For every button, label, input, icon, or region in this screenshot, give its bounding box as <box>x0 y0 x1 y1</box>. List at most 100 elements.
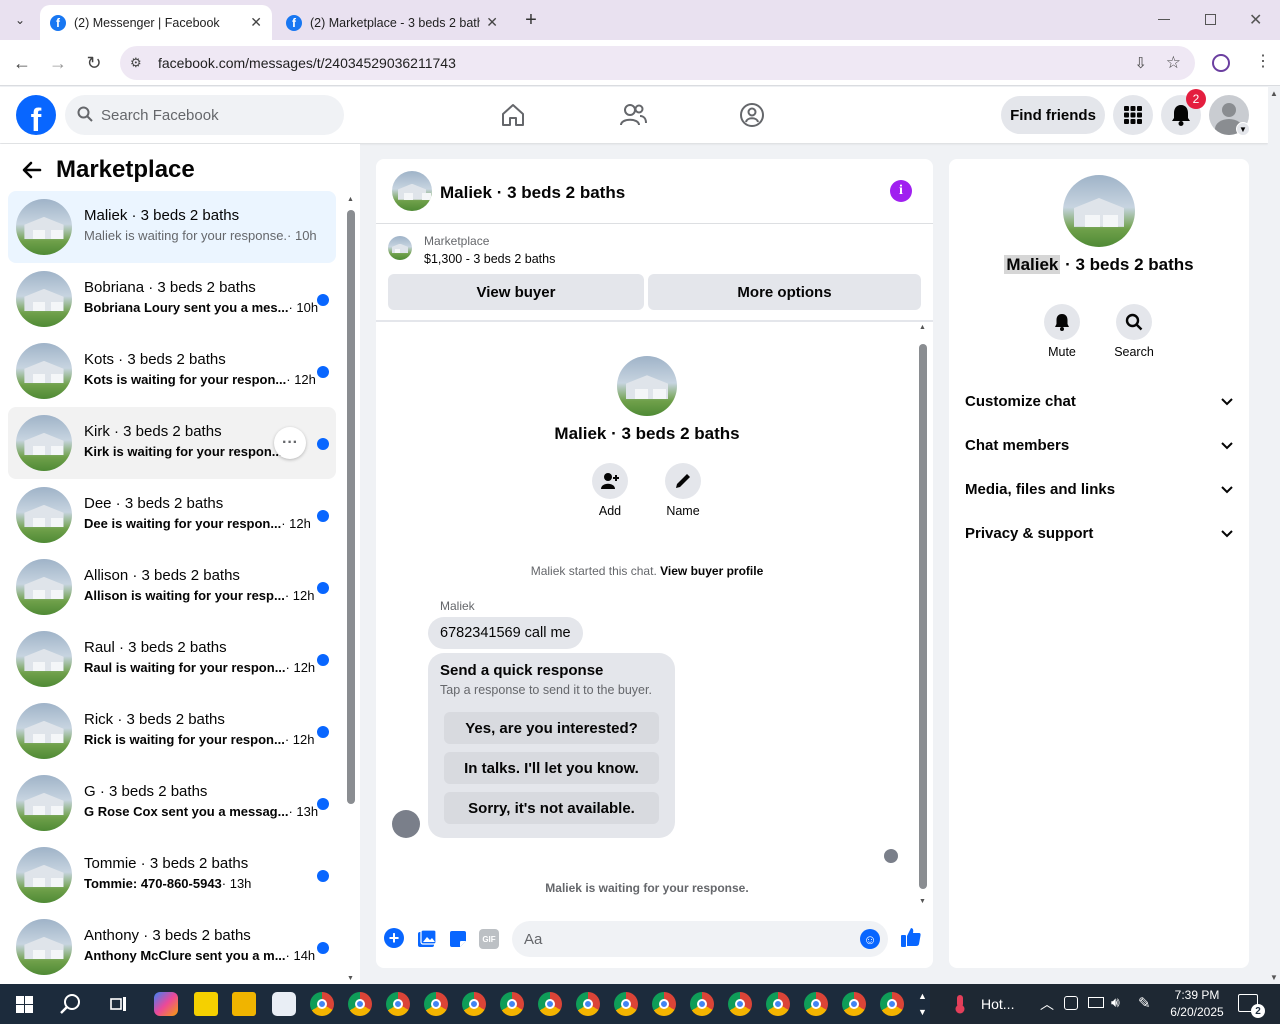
site-settings-icon[interactable]: ⚙ <box>130 55 142 71</box>
quick-response-yes-button[interactable]: Yes, are you interested? <box>444 712 659 744</box>
view-buyer-profile-link[interactable]: View buyer profile <box>660 564 763 578</box>
conversation-item[interactable]: Kirk · 3 beds 2 baths Kirk is waiting for… <box>8 407 336 479</box>
taskbar-search-icon[interactable] <box>60 993 82 1020</box>
sticker-icon[interactable] <box>448 929 468 954</box>
quick-response-talks-button[interactable]: In talks. I'll let you know. <box>444 752 659 784</box>
friends-icon[interactable] <box>617 99 649 131</box>
buyer-profile-avatar[interactable] <box>617 356 677 416</box>
close-tab-icon[interactable]: ✕ <box>486 14 498 31</box>
facebook-logo[interactable]: f <box>16 95 56 135</box>
menu-grid-icon[interactable] <box>1113 95 1153 135</box>
chrome-icon[interactable] <box>348 992 372 1016</box>
chat-title[interactable]: Maliek · 3 beds 2 baths <box>440 183 625 203</box>
chat-members-section[interactable]: Chat members <box>965 425 1233 465</box>
chrome-icon[interactable] <box>500 992 524 1016</box>
more-options-button[interactable]: More options <box>648 274 921 310</box>
home-icon[interactable] <box>497 99 529 131</box>
account-chevron-icon[interactable]: ▼ <box>1236 122 1250 136</box>
copilot-icon[interactable] <box>154 992 178 1016</box>
chrome-icon[interactable] <box>386 992 410 1016</box>
back-icon[interactable]: ← <box>10 51 34 75</box>
chrome-icon[interactable] <box>310 992 334 1016</box>
chrome-icon[interactable] <box>728 992 752 1016</box>
listing-thumbnail[interactable] <box>388 236 412 260</box>
new-tab-icon[interactable]: + <box>520 9 542 31</box>
tray-chevron-up-icon[interactable]: ︿ <box>1040 994 1054 1014</box>
mute-bell-icon[interactable] <box>1044 304 1080 340</box>
bookmark-star-icon[interactable]: ☆ <box>1166 53 1181 73</box>
windows-start-icon[interactable] <box>16 996 33 1018</box>
conversation-item[interactable]: Allison · 3 beds 2 baths Allison is waiti… <box>8 551 336 623</box>
chrome-icon[interactable] <box>614 992 638 1016</box>
install-app-icon[interactable]: ⇩ <box>1134 54 1147 72</box>
photo-icon[interactable] <box>417 929 437 954</box>
chrome-icon[interactable] <box>766 992 790 1016</box>
taskbar-overflow-arrows[interactable]: ▲ ▼ <box>918 988 927 1020</box>
facebook-search-input[interactable]: Search Facebook <box>65 95 344 135</box>
thumbs-up-icon[interactable] <box>900 926 922 953</box>
sticky-notes-icon[interactable] <box>194 992 218 1016</box>
listing-price[interactable]: $1,300 - 3 beds 2 baths <box>424 252 555 266</box>
add-person-icon[interactable] <box>592 463 628 499</box>
more-actions-icon[interactable]: ··· <box>274 427 306 459</box>
find-friends-button[interactable]: Find friends <box>1001 96 1105 134</box>
reload-icon[interactable]: ↻ <box>82 51 106 75</box>
network-icon[interactable] <box>1088 997 1104 1008</box>
emoji-icon[interactable]: ☺ <box>860 929 880 949</box>
paint-icon[interactable] <box>272 992 296 1016</box>
browser-menu-icon[interactable]: ⋮ <box>1255 51 1271 71</box>
conversation-item[interactable]: Rick · 3 beds 2 baths Rick is waiting for… <box>8 695 336 767</box>
volume-icon[interactable]: 🔊︎ <box>1111 994 1120 1011</box>
pen-icon[interactable]: ✎ <box>1138 994 1151 1012</box>
sender-avatar[interactable] <box>392 810 420 838</box>
conversation-item[interactable]: Maliek · 3 beds 2 baths Maliek is waiting… <box>8 191 336 263</box>
quick-response-sorry-button[interactable]: Sorry, it's not available. <box>444 792 659 824</box>
message-bubble[interactable]: 6782341569 call me <box>428 617 583 649</box>
conversation-item[interactable]: Tommie · 3 beds 2 baths Tommie: 470-860-5… <box>8 839 336 911</box>
forward-icon[interactable]: → <box>46 51 70 75</box>
chrome-icon[interactable] <box>424 992 448 1016</box>
search-chat-icon[interactable] <box>1116 304 1152 340</box>
message-input[interactable]: Aa ☺ <box>512 921 888 957</box>
chrome-icon[interactable] <box>538 992 562 1016</box>
chrome-icon[interactable] <box>804 992 828 1016</box>
url-field[interactable]: ⚙ facebook.com/messages/t/24034529036211… <box>120 46 1195 80</box>
sidebar-scrollbar[interactable]: ▲ ▼ <box>346 194 356 984</box>
view-buyer-button[interactable]: View buyer <box>388 274 644 310</box>
task-view-icon[interactable] <box>110 995 128 1018</box>
conversation-item[interactable]: Raul · 3 beds 2 baths Raul is waiting for… <box>8 623 336 695</box>
tab-messenger[interactable]: f (2) Messenger | Facebook ✕ <box>40 5 272 40</box>
chrome-icon[interactable] <box>842 992 866 1016</box>
chrome-icon[interactable] <box>652 992 676 1016</box>
restore-icon[interactable] <box>1205 14 1216 25</box>
chrome-icon[interactable] <box>880 992 904 1016</box>
conversation-item[interactable]: Dee · 3 beds 2 baths Dee is waiting for y… <box>8 479 336 551</box>
chrome-icon[interactable] <box>576 992 600 1016</box>
profile-icon[interactable] <box>1212 54 1230 72</box>
groups-icon[interactable] <box>736 99 768 131</box>
chat-avatar[interactable] <box>392 171 432 211</box>
tab-marketplace[interactable]: f (2) Marketplace - 3 beds 2 baths ✕ <box>276 5 508 40</box>
media-files-section[interactable]: Media, files and links <box>965 469 1233 509</box>
chrome-icon[interactable] <box>462 992 486 1016</box>
privacy-support-section[interactable]: Privacy & support <box>965 513 1233 553</box>
weather-text[interactable]: Hot... <box>981 996 1014 1012</box>
back-arrow-icon[interactable] <box>22 160 42 185</box>
chat-scrollbar[interactable]: ▲ ▼ <box>918 324 928 905</box>
edit-pencil-icon[interactable] <box>665 463 701 499</box>
clock[interactable]: 7:39 PM 6/20/2025 <box>1160 987 1234 1021</box>
page-scrollbar[interactable]: ▲ ▼ <box>1268 87 1280 984</box>
chrome-icon[interactable] <box>690 992 714 1016</box>
customize-chat-section[interactable]: Customize chat <box>965 381 1233 421</box>
close-window-icon[interactable]: ✕ <box>1249 10 1262 30</box>
conversation-item[interactable]: Kots · 3 beds 2 baths Kots is waiting for… <box>8 335 336 407</box>
meet-now-icon[interactable] <box>1064 996 1078 1010</box>
conversation-item[interactable]: Anthony · 3 beds 2 baths Anthony McClure … <box>8 911 336 983</box>
tab-search-icon[interactable]: ⌄ <box>8 8 32 32</box>
file-explorer-icon[interactable] <box>232 992 256 1016</box>
minimize-icon[interactable] <box>1158 19 1170 20</box>
conversation-item[interactable]: G · 3 beds 2 baths G Rose Cox sent you a … <box>8 767 336 839</box>
conversation-item[interactable]: Bobriana · 3 beds 2 baths Bobriana Loury … <box>8 263 336 335</box>
gif-icon[interactable]: GIF <box>479 929 499 949</box>
close-tab-icon[interactable]: ✕ <box>250 14 262 31</box>
